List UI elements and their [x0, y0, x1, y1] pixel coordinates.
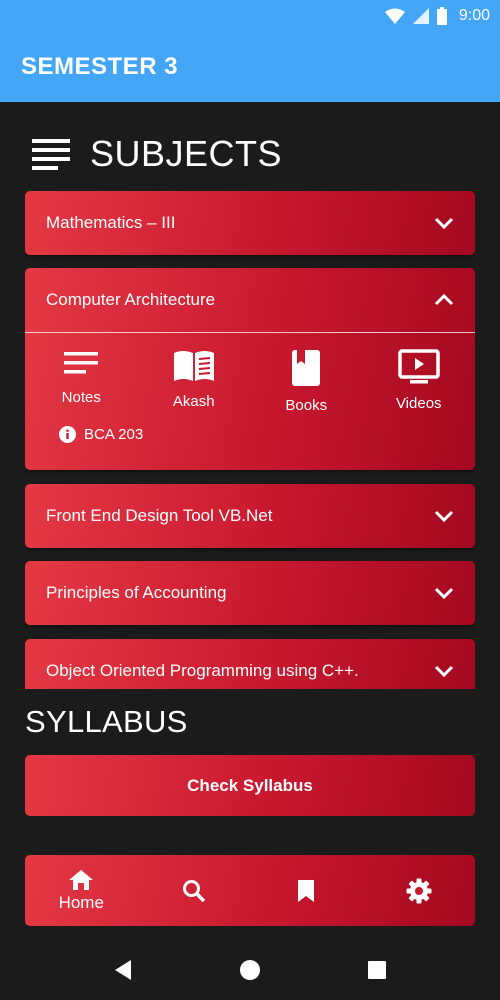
search-icon [182, 879, 205, 902]
open-book-icon [173, 351, 214, 381]
chevron-down-icon[interactable] [434, 586, 454, 600]
subject-code-row: BCA 203 [25, 414, 475, 443]
list-icon [32, 139, 70, 170]
book-icon [292, 350, 321, 386]
notes-button[interactable]: Notes [25, 349, 137, 414]
home-icon [69, 869, 94, 890]
books-button[interactable]: Books [250, 349, 362, 414]
subject-card-header[interactable]: Front End Design Tool VB.Net [25, 484, 475, 548]
videos-label: Videos [395, 395, 442, 412]
status-time: 9:00 [458, 7, 490, 24]
subject-card-oop-cpp[interactable]: Object Oriented Programming using C++. [25, 639, 475, 689]
subject-card-header[interactable]: Object Oriented Programming using C++. [25, 639, 475, 689]
subject-card-header[interactable]: Principles of Accounting [25, 561, 475, 625]
nav-home-label: Home [58, 892, 104, 912]
subject-name: Computer Architecture [46, 290, 216, 309]
subject-card-vbnet[interactable]: Front End Design Tool VB.Net [25, 484, 475, 548]
battery-icon [436, 7, 447, 25]
check-syllabus-button[interactable]: Check Syllabus [25, 755, 475, 816]
nav-search[interactable] [144, 879, 244, 903]
info-icon [59, 426, 76, 443]
subject-name: Principles of Accounting [46, 583, 227, 602]
notes-icon [64, 352, 99, 374]
akash-label: Akash [172, 393, 215, 410]
subject-list[interactable]: Mathematics – III Computer Architecture … [25, 191, 475, 689]
bookmark-icon [298, 879, 315, 902]
chevron-down-icon[interactable] [434, 509, 454, 523]
home-circle-icon[interactable] [239, 959, 261, 981]
app-bar: SEMESTER 3 [0, 32, 500, 102]
app-title: SEMESTER 3 [21, 53, 179, 80]
notes-label: Notes [61, 389, 101, 406]
books-label: Books [285, 397, 328, 414]
subject-card-accounting[interactable]: Principles of Accounting [25, 561, 475, 625]
subject-name: Mathematics – III [46, 213, 176, 232]
videos-button[interactable]: Videos [363, 349, 475, 414]
nav-home[interactable]: Home [31, 869, 131, 913]
subject-name: Front End Design Tool VB.Net [46, 506, 273, 525]
bottom-nav: Home [25, 855, 475, 926]
nav-bookmarks[interactable] [256, 879, 356, 903]
subject-card-header[interactable]: Computer Architecture [25, 268, 475, 332]
status-bar: 9:00 [0, 0, 500, 32]
chevron-down-icon[interactable] [434, 216, 454, 230]
subject-actions: Notes Akash Books Videos [25, 333, 475, 414]
subject-card-computer-architecture[interactable]: Computer Architecture Notes Akash Books … [25, 268, 475, 470]
akash-button[interactable]: Akash [138, 349, 250, 414]
subject-card-header[interactable]: Mathematics – III [25, 191, 475, 255]
system-nav-bar [0, 940, 500, 1000]
nav-settings[interactable] [369, 878, 469, 904]
subjects-heading: SUBJECTS [90, 133, 283, 174]
chevron-down-icon[interactable] [434, 664, 454, 678]
settings-icon [406, 878, 432, 903]
cellular-signal-icon [412, 8, 429, 24]
subject-name: Object Oriented Programming using C++. [46, 661, 359, 680]
subjects-header: SUBJECTS [32, 132, 282, 176]
subject-code: BCA 203 [84, 426, 144, 443]
back-icon[interactable] [113, 959, 133, 981]
syllabus-heading: SYLLABUS [25, 704, 188, 739]
chevron-up-icon[interactable] [434, 293, 454, 307]
video-icon [398, 349, 440, 384]
wifi-icon [384, 8, 405, 24]
recents-icon[interactable] [367, 960, 387, 980]
subject-card-mathematics[interactable]: Mathematics – III [25, 191, 475, 255]
